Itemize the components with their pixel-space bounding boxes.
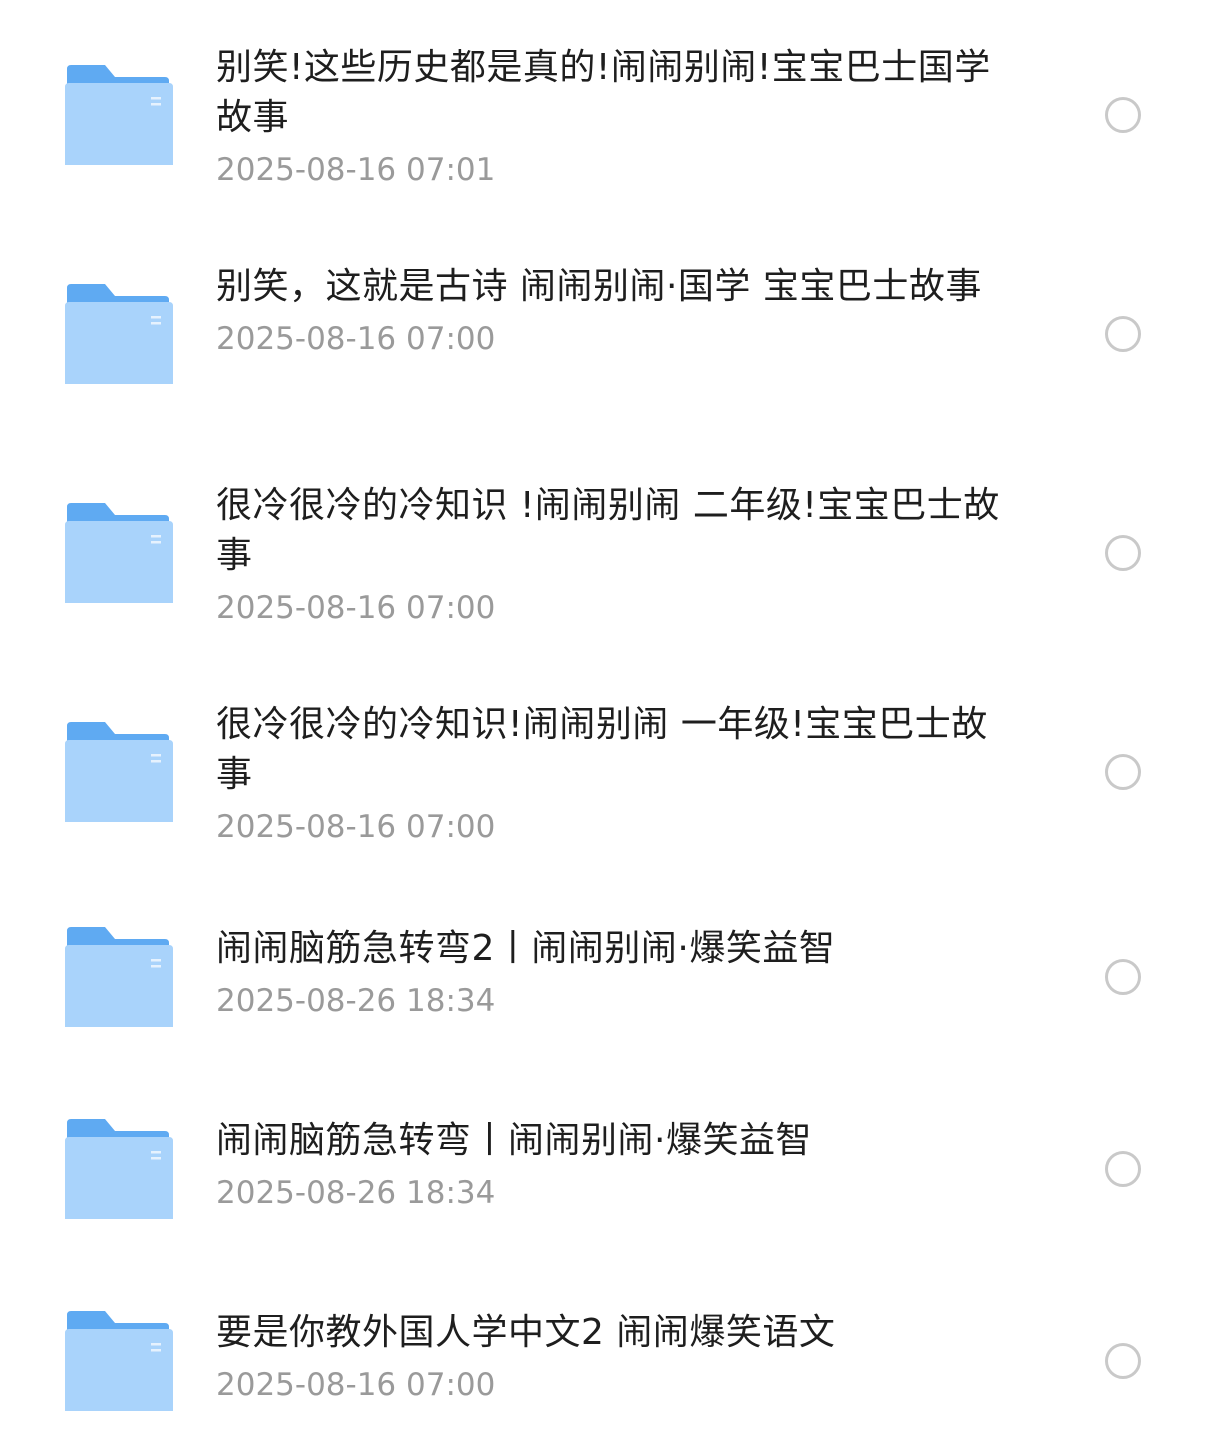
item-title: 闹闹脑筋急转弯2丨闹闹别闹·爆笑益智 (216, 928, 836, 969)
item-date: 2025-08-26 18:34 (216, 1175, 496, 1211)
item-date: 2025-08-16 07:00 (216, 1367, 496, 1403)
radio-unchecked-icon[interactable] (1105, 959, 1141, 995)
item-date: 2025-08-16 07:01 (216, 152, 496, 188)
file-list: 别笑!这些历史都是真的!闹闹别闹!宝宝巴士国学故事 2025-08-16 07:… (0, 0, 1218, 1445)
item-text: 闹闹脑筋急转弯2丨闹闹别闹·爆笑益智 2025-08-26 18:34 (216, 924, 1006, 1021)
item-text: 别笑!这些历史都是真的!闹闹别闹!宝宝巴士国学故事 2025-08-16 07:… (216, 43, 1006, 190)
item-title: 要是你教外国人学中文2 闹闹爆笑语文 (216, 1312, 836, 1353)
item-text: 很冷很冷的冷知识 !闹闹别闹 二年级!宝宝巴士故事 2025-08-16 07:… (216, 481, 1006, 628)
radio-unchecked-icon[interactable] (1105, 97, 1141, 133)
folder-icon (65, 65, 173, 165)
item-date: 2025-08-16 07:00 (216, 590, 496, 626)
list-item[interactable]: 很冷很冷的冷知识!闹闹别闹 一年级!宝宝巴士故事 2025-08-16 07:0… (0, 697, 1218, 847)
radio-unchecked-icon[interactable] (1105, 535, 1141, 571)
item-title: 很冷很冷的冷知识!闹闹别闹 一年级!宝宝巴士故事 (216, 704, 988, 795)
item-text: 要是你教外国人学中文2 闹闹爆笑语文 2025-08-16 07:00 (216, 1308, 1006, 1405)
list-item[interactable]: 要是你教外国人学中文2 闹闹爆笑语文 2025-08-16 07:00 (0, 1305, 1218, 1415)
item-text: 闹闹脑筋急转弯丨闹闹别闹·爆笑益智 2025-08-26 18:34 (216, 1116, 1006, 1213)
radio-unchecked-icon[interactable] (1105, 1151, 1141, 1187)
folder-icon (65, 284, 173, 384)
folder-icon (65, 722, 173, 822)
radio-unchecked-icon[interactable] (1105, 1343, 1141, 1379)
item-text: 别笑，这就是古诗 闹闹别闹·国学 宝宝巴士故事 2025-08-16 07:00 (216, 262, 1006, 359)
item-text: 很冷很冷的冷知识!闹闹别闹 一年级!宝宝巴士故事 2025-08-16 07:0… (216, 700, 1006, 847)
list-item[interactable]: 别笑，这就是古诗 闹闹别闹·国学 宝宝巴士故事 2025-08-16 07:00 (0, 259, 1218, 409)
folder-icon (65, 927, 173, 1027)
item-date: 2025-08-16 07:00 (216, 321, 496, 357)
item-title: 闹闹脑筋急转弯丨闹闹别闹·爆笑益智 (216, 1120, 812, 1161)
item-title: 很冷很冷的冷知识 !闹闹别闹 二年级!宝宝巴士故事 (216, 485, 1000, 576)
radio-unchecked-icon[interactable] (1105, 754, 1141, 790)
folder-icon (65, 1311, 173, 1411)
folder-icon (65, 1119, 173, 1219)
item-date: 2025-08-16 07:00 (216, 809, 496, 845)
list-item[interactable]: 别笑!这些历史都是真的!闹闹别闹!宝宝巴士国学故事 2025-08-16 07:… (0, 40, 1218, 190)
folder-icon (65, 503, 173, 603)
list-item[interactable]: 很冷很冷的冷知识 !闹闹别闹 二年级!宝宝巴士故事 2025-08-16 07:… (0, 478, 1218, 628)
item-date: 2025-08-26 18:34 (216, 983, 496, 1019)
item-title: 别笑!这些历史都是真的!闹闹别闹!宝宝巴士国学故事 (216, 47, 991, 138)
list-item[interactable]: 闹闹脑筋急转弯丨闹闹别闹·爆笑益智 2025-08-26 18:34 (0, 1113, 1218, 1223)
item-title: 别笑，这就是古诗 闹闹别闹·国学 宝宝巴士故事 (216, 266, 982, 307)
radio-unchecked-icon[interactable] (1105, 316, 1141, 352)
list-item[interactable]: 闹闹脑筋急转弯2丨闹闹别闹·爆笑益智 2025-08-26 18:34 (0, 921, 1218, 1031)
